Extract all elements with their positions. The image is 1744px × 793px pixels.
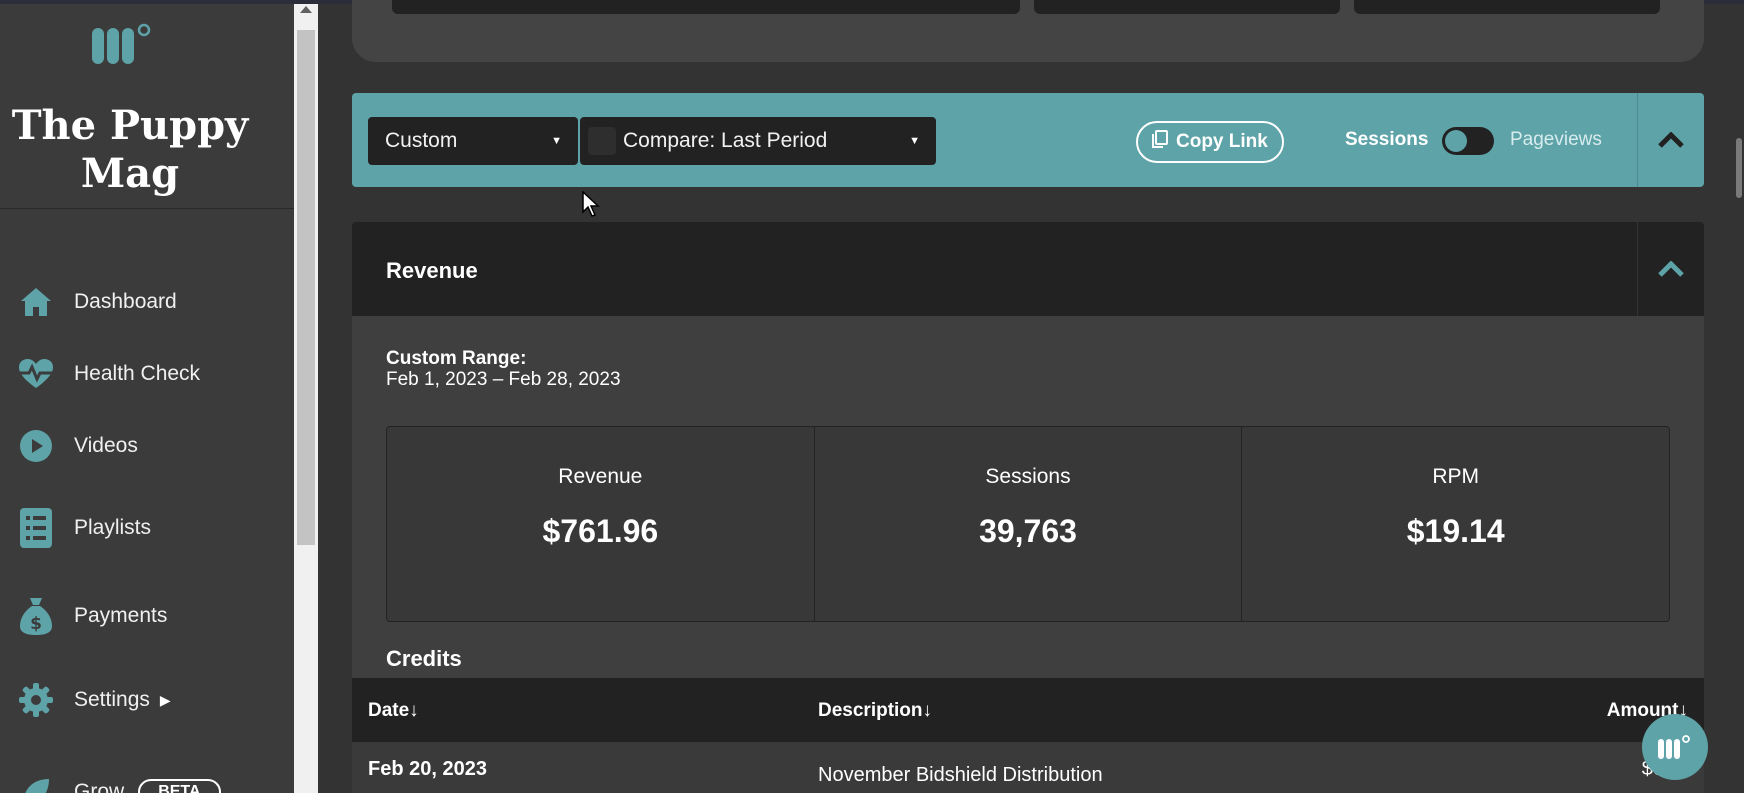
stat-revenue: Revenue $761.96 bbox=[387, 427, 815, 621]
custom-range-label: Custom Range: bbox=[386, 348, 527, 369]
chat-launcher-button[interactable] bbox=[1642, 714, 1708, 780]
table-row: Feb 20, 2023 November Bidshield Distribu… bbox=[352, 742, 1704, 793]
stats-summary: Revenue $761.96 Sessions 39,763 RPM $19.… bbox=[386, 426, 1670, 622]
credits-title: Credits bbox=[386, 646, 462, 671]
collapse-filters-button[interactable] bbox=[1638, 93, 1704, 187]
stat-label: Revenue bbox=[558, 465, 643, 488]
revenue-title: Revenue bbox=[386, 258, 478, 283]
main-content: Custom ▼ Compare: Last Period ▼ Copy Lin… bbox=[318, 0, 1744, 793]
compare-value: Compare: Last Period bbox=[623, 129, 828, 152]
copy-icon bbox=[1152, 130, 1168, 154]
chevron-right-icon: ▶ bbox=[159, 691, 171, 708]
sidebar-item-videos[interactable]: Videos bbox=[18, 424, 138, 468]
copy-link-label: Copy Link bbox=[1176, 131, 1268, 152]
sidebar-item-label: Playlists bbox=[74, 516, 152, 539]
revenue-panel-header[interactable]: Revenue bbox=[352, 222, 1704, 316]
sidebar-item-playlists[interactable]: Playlists bbox=[18, 506, 151, 550]
chevron-up-icon bbox=[1658, 261, 1684, 277]
sidebar-item-label: Health Check bbox=[74, 362, 201, 385]
sidebar: The Puppy Mag Dashboard Health Check Vid… bbox=[0, 4, 294, 793]
play-circle-icon bbox=[18, 428, 54, 464]
compare-color-swatch[interactable] bbox=[588, 127, 616, 155]
home-icon bbox=[18, 284, 54, 320]
sidebar-item-label: Payments bbox=[74, 604, 168, 627]
cell-description: November Bidshield Distribution bbox=[818, 764, 1103, 786]
stat-value: $19.14 bbox=[1406, 513, 1505, 549]
beta-badge: BETA bbox=[138, 779, 221, 793]
sidebar-item-grow[interactable]: Grow BETA bbox=[18, 770, 221, 793]
filter-bar: Custom ▼ Compare: Last Period ▼ Copy Lin… bbox=[352, 93, 1704, 187]
sidebar-item-health-check[interactable]: Health Check bbox=[18, 352, 200, 396]
brand-name: The Puppy Mag bbox=[11, 102, 249, 197]
gear-icon bbox=[18, 682, 54, 718]
previous-panel-bar bbox=[392, 0, 1020, 14]
compare-select[interactable]: Compare: Last Period ▼ bbox=[580, 117, 936, 165]
stat-sessions: Sessions 39,763 bbox=[815, 427, 1243, 621]
scroll-up-arrow-icon[interactable] bbox=[300, 6, 312, 13]
sidebar-scrollbar-thumb[interactable] bbox=[297, 30, 315, 545]
sidebar-item-payments[interactable]: $ Payments bbox=[18, 594, 167, 638]
list-icon bbox=[18, 508, 54, 548]
page-scrollbar-thumb[interactable] bbox=[1736, 138, 1742, 198]
stat-value: 39,763 bbox=[979, 513, 1077, 549]
date-range-value: Custom bbox=[385, 129, 458, 152]
chevron-up-icon bbox=[1658, 132, 1684, 148]
sidebar-divider bbox=[0, 208, 294, 209]
toggle-knob bbox=[1445, 130, 1467, 152]
stat-label: Sessions bbox=[985, 465, 1071, 488]
brand-logo-icon[interactable] bbox=[92, 20, 162, 72]
sidebar-item-label: Dashboard bbox=[74, 290, 177, 313]
leaf-icon bbox=[18, 774, 54, 793]
heartbeat-icon bbox=[18, 356, 54, 392]
stat-label: RPM bbox=[1432, 465, 1480, 488]
date-range-select[interactable]: Custom ▼ bbox=[368, 117, 578, 165]
previous-panel-bar bbox=[1354, 0, 1660, 14]
copy-link-button[interactable]: Copy Link bbox=[1136, 121, 1284, 163]
stat-rpm: RPM $19.14 bbox=[1242, 427, 1669, 621]
toggle-label-pageviews[interactable]: Pageviews bbox=[1510, 129, 1602, 151]
brand-logo-icon bbox=[1658, 735, 1690, 759]
sidebar-item-label: Videos bbox=[74, 434, 138, 457]
revenue-panel-body: Custom Range: Feb 1, 2023 – Feb 28, 2023… bbox=[352, 316, 1704, 793]
stat-value: $761.96 bbox=[542, 513, 659, 549]
custom-range-value: Feb 1, 2023 – Feb 28, 2023 bbox=[386, 369, 621, 390]
sidebar-item-label: Settings bbox=[74, 688, 150, 711]
sidebar-item-label: Grow bbox=[74, 780, 125, 793]
svg-text:$: $ bbox=[30, 614, 42, 634]
credits-table-header: Date↓ Description↓ Amount↓ bbox=[352, 678, 1704, 742]
caret-down-icon: ▼ bbox=[551, 135, 562, 147]
caret-down-icon: ▼ bbox=[909, 135, 920, 147]
money-bag-icon: $ bbox=[18, 598, 54, 635]
column-header-date[interactable]: Date↓ bbox=[368, 700, 419, 722]
sidebar-item-settings[interactable]: Settings ▶ bbox=[18, 678, 171, 722]
mouse-cursor-icon bbox=[582, 191, 600, 217]
sidebar-item-dashboard[interactable]: Dashboard bbox=[18, 280, 177, 324]
sessions-pageviews-toggle[interactable] bbox=[1442, 127, 1494, 155]
toggle-label-sessions[interactable]: Sessions bbox=[1345, 129, 1428, 151]
cell-date: Feb 20, 2023 bbox=[368, 758, 487, 780]
column-header-description[interactable]: Description↓ bbox=[818, 700, 932, 722]
previous-panel bbox=[352, 0, 1704, 62]
collapse-revenue-button[interactable] bbox=[1638, 222, 1704, 316]
previous-panel-bar bbox=[1034, 0, 1340, 14]
